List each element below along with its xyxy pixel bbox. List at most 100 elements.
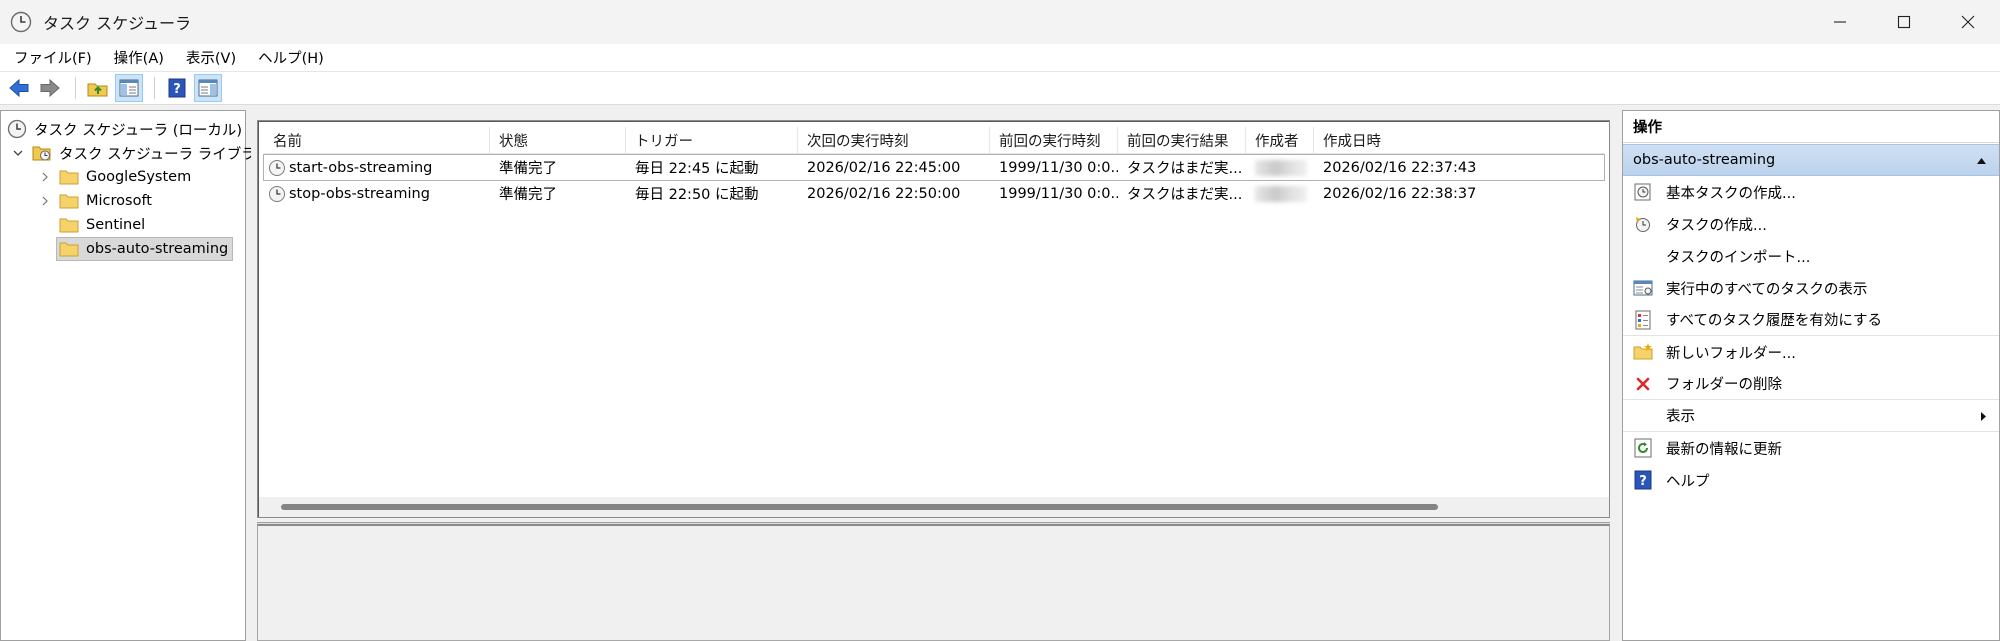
action-create-basic-task[interactable]: 基本タスクの作成... — [1623, 176, 1999, 208]
action-view[interactable]: 表示 — [1623, 400, 1999, 432]
tree-item-googlesystem[interactable]: GoogleSystem — [39, 165, 191, 189]
tree-item-obs-auto-streaming[interactable]: obs-auto-streaming — [56, 237, 234, 261]
view-icon — [1632, 405, 1654, 427]
tree-item-root[interactable]: タスク スケジューラ (ローカル) — [7, 117, 242, 141]
menu-help[interactable]: ヘルプ(H) — [250, 47, 332, 68]
task-name-cell: stop-obs-streaming — [264, 181, 490, 206]
menu-view[interactable]: 表示(V) — [178, 47, 244, 68]
minimize-icon — [1834, 21, 1846, 23]
task-last-result: タスクはまだ実... — [1127, 187, 1243, 203]
task-detail-pane — [257, 524, 1610, 641]
toolbar-separator — [75, 77, 76, 99]
title-bar: タスク スケジューラ — [0, 0, 2000, 44]
import-task-icon — [1632, 245, 1654, 267]
minimize-button[interactable] — [1808, 0, 1872, 44]
column-header-last-result[interactable]: 前回の実行結果 — [1118, 127, 1246, 154]
action-enable-all-task-history[interactable]: すべてのタスク履歴を有効にする — [1623, 304, 1999, 336]
action-label: 最新の情報に更新 — [1666, 441, 1782, 458]
action-label: すべてのタスク履歴を有効にする — [1666, 313, 1883, 329]
svg-text:?: ? — [173, 82, 181, 97]
action-label: ヘルプ — [1666, 473, 1710, 490]
column-header-status[interactable]: 状態 — [490, 127, 626, 154]
task-last-run: 1999/11/30 0:0... — [999, 159, 1118, 176]
create-basic-task-icon — [1632, 181, 1654, 203]
redacted-author — [1255, 159, 1307, 176]
column-header-last-run[interactable]: 前回の実行時刻 — [990, 127, 1118, 154]
task-last-run: 1999/11/30 0:0... — [999, 185, 1118, 202]
task-history-icon — [1632, 309, 1654, 331]
horizontal-scrollbar[interactable] — [259, 497, 1609, 517]
task-clock-icon — [269, 159, 285, 176]
task-last-result: タスクはまだ実... — [1127, 161, 1243, 177]
action-label: タスクのインポート... — [1666, 249, 1811, 266]
tree-item-microsoft[interactable]: Microsoft — [39, 189, 152, 213]
action-label: 基本タスクの作成... — [1666, 185, 1796, 202]
column-header-created[interactable]: 作成日時 — [1314, 127, 1604, 154]
maximize-icon — [1897, 15, 1911, 29]
up-folder-icon — [87, 83, 108, 97]
task-trigger: 毎日 22:45 に起動 — [635, 161, 759, 177]
chevron-right-icon[interactable] — [39, 195, 51, 207]
delete-x-icon — [1632, 373, 1654, 395]
menu-action[interactable]: 操作(A) — [106, 47, 172, 68]
window-title: タスク スケジューラ — [43, 14, 191, 33]
forward-arrow-icon — [40, 78, 60, 98]
maximize-button[interactable] — [1872, 0, 1936, 44]
action-help[interactable]: ? ヘルプ — [1623, 464, 1999, 496]
column-header-next-run[interactable]: 次回の実行時刻 — [798, 127, 990, 154]
tree-item-sentinel[interactable]: Sentinel — [59, 213, 145, 237]
table-row[interactable]: start-obs-streaming 準備完了 毎日 22:45 に起動 20… — [263, 154, 1605, 181]
show-hide-tree-button[interactable] — [115, 74, 143, 102]
action-new-folder[interactable]: 新しいフォルダー... — [1623, 336, 1999, 368]
scrollbar-thumb[interactable] — [281, 504, 1438, 510]
chevron-down-icon[interactable] — [12, 147, 24, 159]
show-hide-action-pane-icon — [198, 79, 218, 97]
back-arrow-icon — [9, 78, 29, 98]
collapse-caret-icon[interactable] — [1976, 156, 1987, 165]
redacted-author — [1255, 185, 1307, 202]
chevron-right-icon[interactable] — [39, 171, 51, 183]
column-header-trigger[interactable]: トリガー — [626, 127, 798, 154]
forward-button[interactable] — [36, 74, 64, 102]
menu-file[interactable]: ファイル(F) — [6, 47, 100, 68]
task-status: 準備完了 — [499, 161, 557, 177]
action-show-running-tasks[interactable]: 実行中のすべてのタスクの表示 — [1623, 272, 1999, 304]
column-header-name[interactable]: 名前 — [264, 127, 490, 154]
tree-item-label: obs-auto-streaming — [86, 241, 229, 257]
action-create-task[interactable]: タスクの作成... — [1623, 208, 1999, 240]
window-controls — [1808, 0, 2000, 44]
task-author — [1246, 155, 1314, 180]
task-list: 名前 状態 トリガー 次回の実行時刻 前回の実行時刻 前回の実行結果 作成者 作… — [257, 120, 1610, 518]
table-row[interactable]: stop-obs-streaming 準備完了 毎日 22:50 に起動 202… — [264, 181, 1604, 206]
navigation-tree: タスク スケジューラ (ローカル) タスク スケジューラ ライブラリ Googl… — [0, 110, 270, 641]
help-icon: ? — [1632, 469, 1654, 491]
close-icon — [1961, 15, 1975, 29]
toolbar-separator — [154, 77, 155, 99]
action-import-task[interactable]: タスクのインポート... — [1623, 240, 1999, 272]
close-button[interactable] — [1936, 0, 2000, 44]
task-created: 2026/02/16 22:37:43 — [1323, 159, 1477, 176]
folder-icon — [59, 218, 79, 233]
folder-icon — [59, 170, 79, 185]
create-task-icon — [1632, 213, 1654, 235]
column-header-author[interactable]: 作成者 — [1246, 127, 1314, 154]
tree-item-library[interactable]: タスク スケジューラ ライブラリ — [12, 141, 270, 165]
show-hide-tree-icon — [119, 79, 139, 97]
task-status: 準備完了 — [499, 187, 557, 203]
task-name-cell: start-obs-streaming — [264, 155, 490, 180]
help-button[interactable]: ? — [163, 74, 191, 102]
new-folder-icon — [1632, 341, 1654, 363]
menu-bar: ファイル(F) 操作(A) 表示(V) ヘルプ(H) — [0, 44, 2000, 72]
show-hide-action-pane-button[interactable] — [194, 74, 222, 102]
help-icon: ? — [168, 78, 186, 98]
up-folder-button[interactable] — [84, 74, 112, 102]
task-name: stop-obs-streaming — [289, 185, 430, 202]
action-refresh[interactable]: 最新の情報に更新 — [1623, 432, 1999, 464]
back-button[interactable] — [5, 74, 33, 102]
actions-section-header[interactable]: obs-auto-streaming — [1623, 144, 1999, 176]
action-label: 実行中のすべてのタスクの表示 — [1666, 281, 1868, 298]
task-list-header: 名前 状態 トリガー 次回の実行時刻 前回の実行時刻 前回の実行結果 作成者 作… — [264, 127, 1604, 154]
task-clock-icon — [269, 185, 285, 202]
action-delete-folder[interactable]: フォルダーの削除 — [1623, 368, 1999, 400]
running-tasks-icon — [1632, 277, 1654, 299]
